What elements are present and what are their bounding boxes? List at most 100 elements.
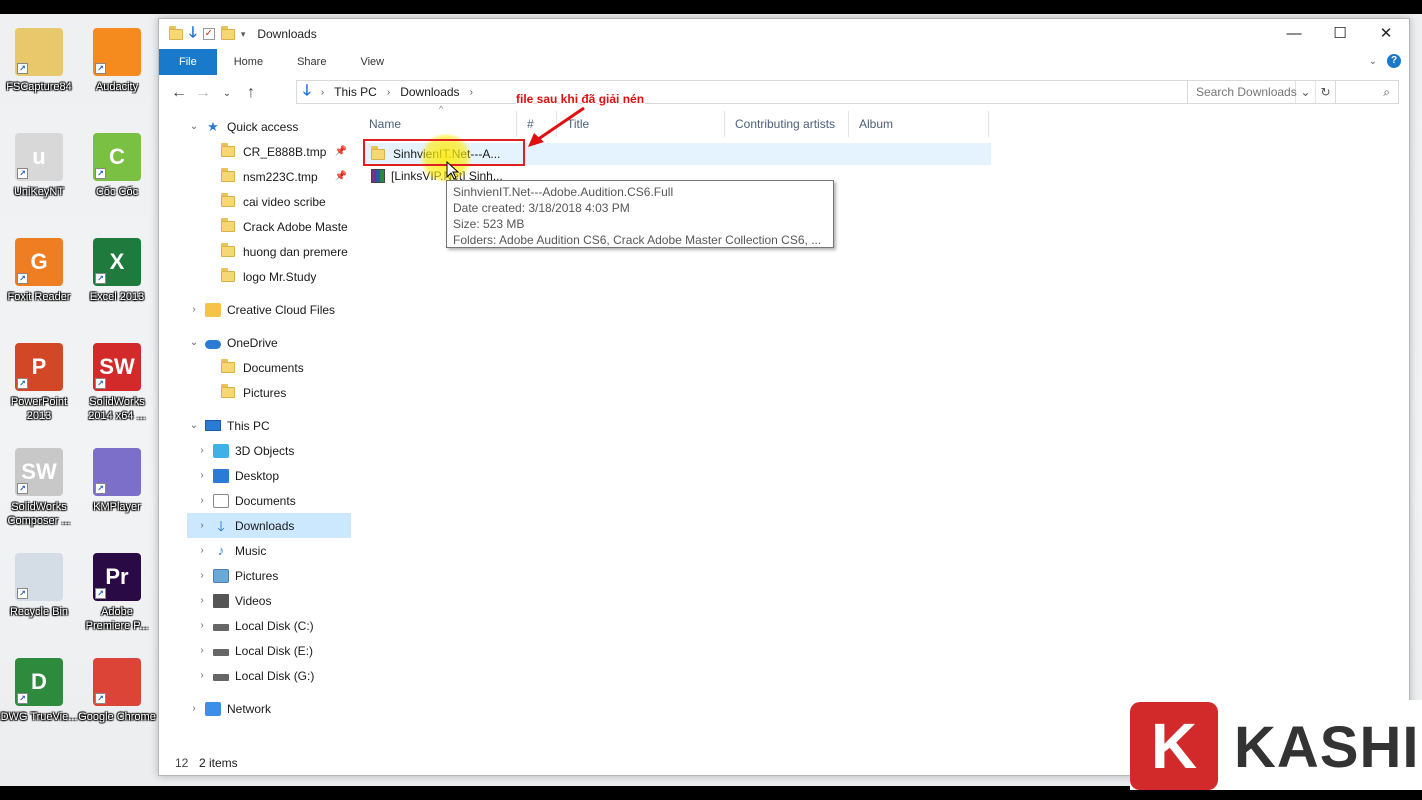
nav-pc-item[interactable]: › Local Disk (C:) (187, 613, 351, 638)
nav-quick-item[interactable]: Crack Adobe Maste (187, 214, 351, 239)
nav-pc-item[interactable]: › Documents (187, 488, 351, 513)
tab-file[interactable]: File (159, 49, 217, 75)
nav-item-label: Pictures (235, 568, 279, 583)
shortcut-arrow-icon: ↗ (17, 378, 28, 389)
file-tooltip: SinhvienIT.Net---Adobe.Audition.CS6.Full… (446, 180, 834, 248)
desktop-icon[interactable]: ↗ Audacity (78, 28, 156, 94)
tab-view[interactable]: View (343, 49, 401, 75)
expand-chevron-icon[interactable]: ⌄ (187, 420, 201, 431)
desktop-icon[interactable]: G ↗ Foxit Reader (0, 238, 78, 304)
help-icon[interactable]: ? (1387, 54, 1401, 68)
nav-pc-item[interactable]: › Desktop (187, 463, 351, 488)
desktop-icon[interactable]: D ↗ DWG TrueVie... (0, 658, 78, 724)
nav-onedrive[interactable]: ⌄ OneDrive (187, 330, 351, 355)
desktop-icon[interactable]: ↗ KMPlayer (78, 448, 156, 514)
tab-share[interactable]: Share (280, 49, 343, 75)
disk-icon (213, 624, 229, 631)
desktop-icon[interactable]: P ↗ PowerPoint 2013 (0, 343, 78, 423)
nav-this-pc[interactable]: ⌄ This PC (187, 413, 351, 438)
nav-onedrive-item[interactable]: Documents (187, 355, 351, 380)
expand-chevron-icon[interactable]: › (187, 304, 201, 315)
desktop-icon[interactable]: u ↗ UniKeyNT (0, 133, 78, 199)
expand-chevron-icon[interactable]: › (195, 645, 209, 656)
star-icon: ★ (207, 118, 219, 134)
breadcrumb-this-pc[interactable]: This PC (334, 85, 377, 99)
expand-chevron-icon[interactable]: › (195, 545, 209, 556)
expand-chevron-icon[interactable]: › (195, 470, 209, 481)
expand-chevron-icon[interactable]: › (195, 570, 209, 581)
maximize-button[interactable]: ☐ (1317, 19, 1363, 49)
desktop-icon[interactable]: C ↗ Cốc Cốc (78, 133, 156, 199)
pictures-icon (213, 568, 229, 583)
expand-chevron-icon[interactable]: › (195, 445, 209, 456)
winrar-archive-icon (371, 169, 385, 183)
folder-icon (221, 168, 235, 182)
nav-item-label: Pictures (243, 385, 287, 400)
customize-toolbar-icon[interactable]: ▾ (241, 29, 246, 40)
desktop-icon[interactable]: ↗ Google Chrome (78, 658, 156, 724)
back-button[interactable]: ← (167, 84, 191, 102)
nav-quick-item[interactable]: cai video scribe (187, 189, 351, 214)
nav-pc-item[interactable]: › 🡓 Downloads (187, 513, 351, 538)
check-icon[interactable]: ✓ (202, 28, 215, 40)
desktop-icon-label: Audacity (95, 81, 139, 93)
expand-chevron-icon[interactable]: › (195, 620, 209, 631)
breadcrumb-downloads[interactable]: Downloads (400, 85, 459, 99)
nav-quick-item[interactable]: CR_E888B.tmp 📌 (187, 139, 351, 164)
nav-pc-item[interactable]: › Local Disk (G:) (187, 663, 351, 688)
desktop-icon[interactable]: SW ↗ SolidWorks 2014 x64 ... (78, 343, 156, 423)
close-button[interactable]: ✕ (1363, 19, 1409, 49)
shortcut-arrow-icon: ↗ (17, 483, 28, 494)
nav-quick-item[interactable]: logo Mr.Study (187, 264, 351, 289)
breadcrumb-separator-icon: › (386, 86, 391, 98)
shortcut-arrow-icon: ↗ (17, 693, 28, 704)
col-album[interactable]: Album (849, 111, 989, 137)
col-contributing-artists[interactable]: Contributing artists (725, 111, 849, 137)
nav-pc-item[interactable]: › Videos (187, 588, 351, 613)
window-title: Downloads (257, 27, 317, 41)
expand-chevron-icon[interactable]: › (195, 670, 209, 681)
desktop-icon[interactable]: Pr ↗ Adobe Premiere P... (78, 553, 156, 633)
shortcut-arrow-icon: ↗ (95, 63, 106, 74)
shortcut-arrow-icon: ↗ (95, 483, 106, 494)
nav-quick-item[interactable]: nsm223C.tmp 📌 (187, 164, 351, 189)
recent-locations-icon[interactable]: ⌄ (215, 88, 239, 99)
shortcut-arrow-icon: ↗ (17, 168, 28, 179)
status-partial-text: 12 (175, 756, 189, 770)
expand-chevron-icon[interactable]: ⌄ (187, 121, 201, 132)
address-row: ← → ⌄ ↑ 🡓 › This PC › Downloads › ⌄ ↻ Se… (159, 75, 1409, 111)
nav-quick-access[interactable]: ⌄ ★ Quick access (187, 114, 351, 139)
forward-button[interactable]: → (191, 84, 215, 102)
minimize-button[interactable]: — (1271, 19, 1317, 49)
nav-network[interactable]: › Network (187, 696, 351, 721)
nav-creative-cloud[interactable]: › Creative Cloud Files (187, 297, 351, 322)
nav-pc-item[interactable]: › Pictures (187, 563, 351, 588)
app-icon: G ↗ (15, 238, 63, 286)
address-bar[interactable]: 🡓 › This PC › Downloads › ⌄ ↻ (296, 80, 1336, 104)
expand-chevron-icon[interactable]: › (195, 595, 209, 606)
new-folder-icon[interactable] (220, 25, 235, 40)
desktop-icon[interactable]: X ↗ Excel 2013 (78, 238, 156, 304)
expand-chevron-icon[interactable]: ⌄ (187, 337, 201, 348)
nav-onedrive-item[interactable]: Pictures (187, 380, 351, 405)
desktop-icon-label: Foxit Reader (7, 291, 71, 303)
nav-item-label: Videos (235, 593, 272, 608)
expand-chevron-icon[interactable]: › (195, 495, 209, 506)
properties-icon[interactable]: 🡓 (189, 22, 197, 47)
desktop-icon[interactable]: ↗ FSCapture84 (0, 28, 78, 94)
nav-pc-item[interactable]: › ♪ Music (187, 538, 351, 563)
col-name[interactable]: Name (359, 111, 517, 137)
expand-ribbon-icon[interactable]: ⌄ (1369, 56, 1377, 67)
desktop-icon[interactable]: SW ↗ SolidWorks Composer ... (0, 448, 78, 528)
nav-pc-item[interactable]: › 3D Objects (187, 438, 351, 463)
expand-chevron-icon[interactable]: › (187, 703, 201, 714)
tab-home[interactable]: Home (217, 49, 280, 75)
disk-icon (213, 674, 229, 681)
search-input[interactable]: Search Downloads ⌕ (1187, 80, 1399, 104)
up-button[interactable]: ↑ (239, 84, 263, 102)
desktop-icon[interactable]: ↗ Recycle Bin (0, 553, 78, 619)
nav-pc-item[interactable]: › Local Disk (E:) (187, 638, 351, 663)
nav-item-label: Documents (243, 360, 304, 375)
expand-chevron-icon[interactable]: › (195, 520, 209, 531)
nav-quick-item[interactable]: huong dan premere (187, 239, 351, 264)
